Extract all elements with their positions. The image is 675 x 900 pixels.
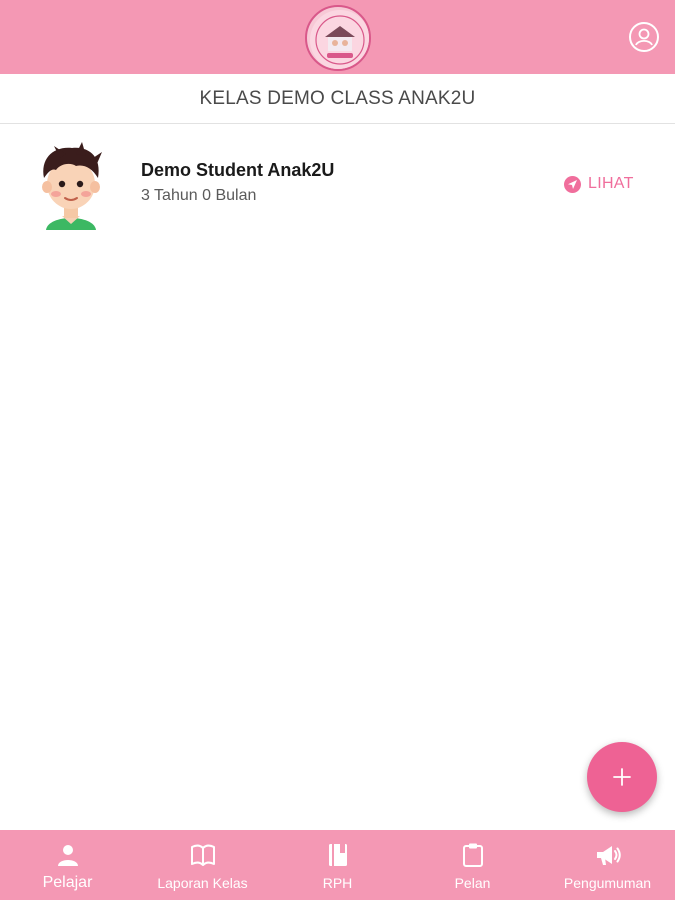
top-app-bar: [0, 0, 675, 74]
view-student-label: LIHAT: [588, 175, 634, 192]
nav-label: Pelajar: [42, 874, 93, 891]
book-open-icon: [188, 841, 218, 869]
student-name: Demo Student Anak2U: [141, 160, 335, 180]
account-circle-icon: [635, 28, 653, 46]
view-student-button[interactable]: LIHAT: [564, 173, 634, 195]
nav-item-pengumuman[interactable]: Pengumuman: [540, 830, 675, 900]
nav-item-pelan[interactable]: Pelan: [405, 830, 540, 900]
nav-item-rph[interactable]: RPH: [270, 830, 405, 900]
nav-label: Laporan Kelas: [157, 875, 248, 891]
nav-item-laporan-kelas[interactable]: Laporan Kelas: [135, 830, 270, 900]
nav-label: Pengumuman: [563, 875, 652, 891]
person-icon: [53, 841, 83, 869]
class-header: KELAS DEMO CLASS ANAK2U: [0, 74, 675, 124]
send-icon: [564, 175, 581, 193]
boy-avatar: [30, 140, 112, 230]
clipboard-icon: [458, 841, 488, 869]
nav-label: Pelan: [454, 875, 491, 891]
student-age: 3 Tahun 0 Bulan: [141, 187, 257, 204]
nav-label: RPH: [322, 875, 353, 891]
megaphone-icon: [593, 841, 623, 869]
add-student-button[interactable]: [587, 742, 657, 812]
plus-icon: [613, 768, 631, 786]
account-button[interactable]: [629, 22, 659, 52]
school-logo: [305, 5, 371, 71]
class-title: KELAS DEMO CLASS ANAK2U: [199, 87, 476, 109]
student-list-item[interactable]: Demo Student Anak2U 3 Tahun 0 Bulan LIHA…: [0, 130, 675, 238]
bottom-navigation: Pelajar Laporan Kelas RPH Pelan Pengumum…: [0, 830, 675, 900]
nav-item-pelajar[interactable]: Pelajar: [0, 830, 135, 900]
notebook-icon: [323, 841, 353, 869]
